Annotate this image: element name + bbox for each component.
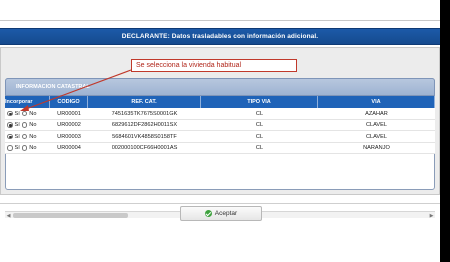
codigo-cell: UR00004 <box>57 145 81 151</box>
tipo-via-cell: CL <box>255 110 264 117</box>
codigo-cell: UR00003 <box>57 133 81 140</box>
radio-si-label: Sí <box>14 110 20 117</box>
declarante-title: DECLARANTE: Datos trasladables con infor… <box>121 33 319 40</box>
via-cell: CLAVEL <box>365 122 388 128</box>
ref-cat-cell: 6829612DF2862H0011SX <box>111 122 178 128</box>
catastral-header: INFORMACION CATASTRAL <box>5 78 435 96</box>
codigo-cell: UR00002 <box>57 122 81 128</box>
via-cell: CLAVEL <box>365 133 388 140</box>
column-header-ref-cat[interactable]: REF. CAT. <box>88 96 201 108</box>
accept-label: Aceptar <box>214 210 238 217</box>
catastral-title: INFORMACION CATASTRAL <box>16 84 90 90</box>
table-row[interactable]: Sí No UR00002 6829612DF2862H0011SX CL CL… <box>5 119 435 131</box>
grid-body: Sí No UR00001 7451635TK7675S0001GK CL AZ… <box>5 108 435 154</box>
column-header-tipo-via[interactable]: TIPO VIA <box>201 96 318 108</box>
declarante-header: DECLARANTE: Datos trasladables con infor… <box>0 28 440 45</box>
accept-button[interactable]: Aceptar <box>180 206 262 221</box>
annotation-callout: Se selecciona la vivienda habitual <box>131 59 297 72</box>
check-icon <box>204 210 212 217</box>
via-cell: AZAHAR <box>365 110 388 117</box>
radio-si-label: Sí <box>14 133 20 140</box>
radio-si-label: Sí <box>14 145 20 151</box>
annotation-text: Se selecciona la vivienda habitual <box>136 62 242 69</box>
radio-si[interactable] <box>7 145 13 151</box>
incorporar-cell: Sí No <box>5 131 50 142</box>
radio-no-label: No <box>29 110 37 117</box>
table-row[interactable]: Sí No UR00001 7451635TK7675S0001GK CL AZ… <box>5 108 435 120</box>
incorporar-cell: Sí No <box>5 108 50 119</box>
scroll-left-icon[interactable]: ◀ <box>5 212 12 219</box>
ref-cat-cell: 7451635TK7675S0001GK <box>111 110 178 117</box>
tipo-via-cell: CL <box>255 122 264 128</box>
radio-no[interactable] <box>21 145 28 151</box>
incorporar-cell: Sí No <box>5 143 50 154</box>
page: DECLARANTE: Datos trasladables con infor… <box>0 0 450 262</box>
codigo-cell: UR00001 <box>57 110 81 117</box>
radio-si[interactable] <box>7 122 13 128</box>
incorporar-cell: Sí No <box>5 120 50 131</box>
top-divider <box>0 20 440 21</box>
scroll-right-icon[interactable]: ▶ <box>428 212 435 219</box>
footer-divider <box>0 203 440 204</box>
ref-cat-cell: 5684601VK4858S0158TF <box>112 133 177 140</box>
column-header-via[interactable]: VIA <box>318 96 435 108</box>
ref-cat-cell: 002000100CF66H0001AS <box>111 145 178 151</box>
column-header-incorporar[interactable]: Incorporar <box>5 96 50 108</box>
right-edge-strip <box>440 0 450 262</box>
scrollbar-thumb[interactable] <box>13 213 128 218</box>
table-row[interactable]: Sí No UR00003 5684601VK4858S0158TF CL CL… <box>5 131 435 143</box>
table-row[interactable]: Sí No UR00004 002000100CF66H0001AS CL NA… <box>5 142 435 154</box>
via-cell: NARANJO <box>363 145 390 151</box>
radio-no[interactable] <box>21 133 28 140</box>
tipo-via-cell: CL <box>255 145 264 151</box>
radio-no-label: No <box>29 145 37 151</box>
radio-no[interactable] <box>21 110 28 117</box>
tipo-via-cell: CL <box>255 133 264 140</box>
radio-no-label: No <box>29 133 37 140</box>
radio-no[interactable] <box>21 122 28 128</box>
radio-si-label: Sí <box>14 122 20 128</box>
radio-no-label: No <box>29 122 37 128</box>
column-header-codigo[interactable]: CODIGO <box>50 96 88 108</box>
radio-si[interactable] <box>7 110 13 117</box>
radio-si[interactable] <box>7 133 13 140</box>
grid-header-row: Incorporar CODIGO REF. CAT. TIPO VIA VIA <box>5 96 435 108</box>
